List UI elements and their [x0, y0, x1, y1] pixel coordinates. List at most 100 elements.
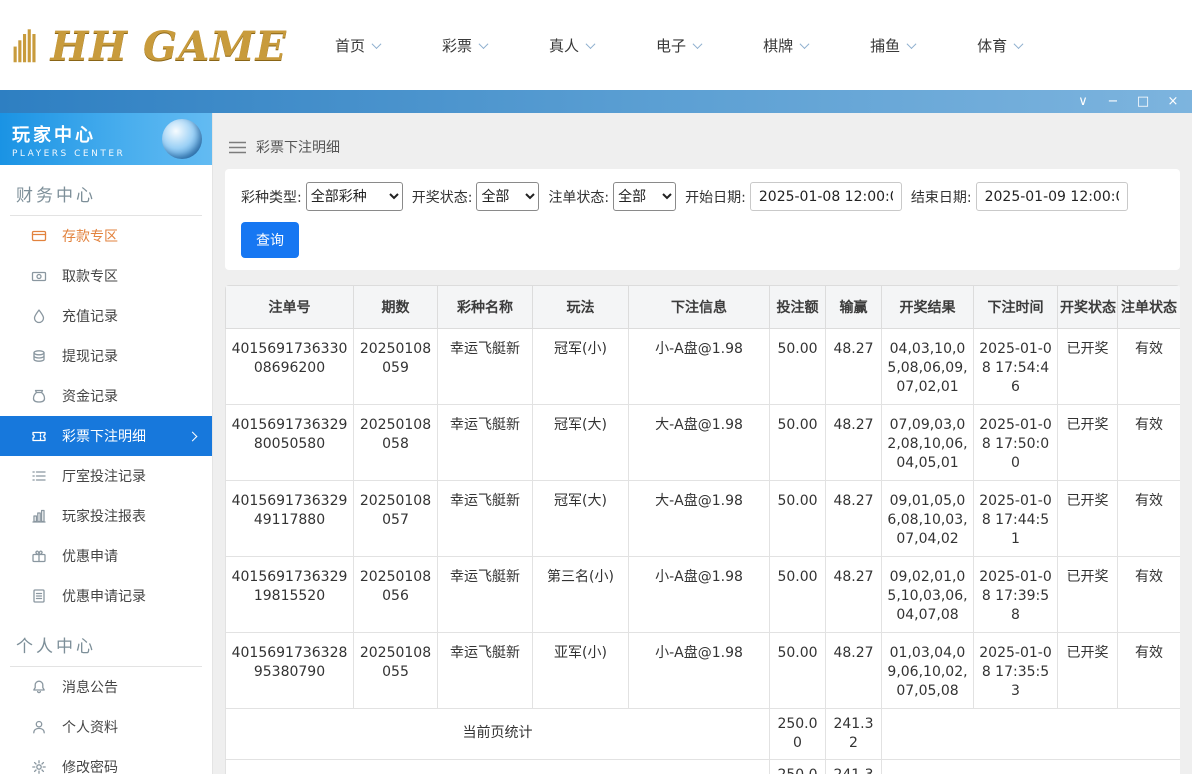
sidebar-item-player-bet-report[interactable]: 玩家投注报表 [0, 496, 212, 536]
draw-status-label: 开奖状态: [412, 187, 473, 207]
sidebar-section-title: 财务中心 [10, 165, 202, 216]
column-header: 期数 [354, 286, 438, 329]
table-cell: 小-A盘@1.98 [629, 557, 770, 633]
sidebar-item-label: 取款专区 [62, 266, 118, 286]
nav-item-fishing[interactable]: 捕鱼 [870, 35, 915, 56]
column-header: 注单号 [226, 286, 354, 329]
start-date-input[interactable] [750, 182, 902, 211]
sidebar-item-lottery-bet-details[interactable]: 彩票下注明细 [0, 416, 212, 456]
table-cell: 48.27 [826, 557, 882, 633]
logo[interactable]: HH GAME [12, 23, 287, 67]
sidebar-item-change-password[interactable]: 修改密码 [0, 747, 212, 774]
order-status-select[interactable]: 全部 [613, 182, 676, 211]
table-cell: 小-A盘@1.98 [629, 329, 770, 405]
minimize-icon[interactable]: − [1106, 95, 1120, 108]
nav-item-board-games[interactable]: 棋牌 [763, 35, 808, 56]
column-header: 下注信息 [629, 286, 770, 329]
table-row[interactable]: 40156917363300869620020250108059幸运飞艇新冠军(… [226, 329, 1181, 405]
table-cell: 有效 [1118, 481, 1181, 557]
table-cell: 冠军(小) [533, 329, 629, 405]
nav-item-lottery[interactable]: 彩票 [442, 35, 487, 56]
sidebar-item-label: 厅室投注记录 [62, 466, 146, 486]
drop-icon [30, 307, 48, 325]
summary-empty-cell [882, 759, 1181, 774]
draw-status-select[interactable]: 全部 [476, 182, 539, 211]
table-cell: 已开奖 [1058, 633, 1118, 709]
top-nav: 首页 彩票 真人 电子 棋牌 捕鱼 体育 [335, 35, 1022, 56]
body-row: 玩家中心 PLAYERS CENTER 财务中心存款专区取款专区充值记录提现记录… [0, 113, 1192, 774]
summary-bet-total: 250.00 [770, 759, 826, 774]
ticket-icon [30, 427, 48, 445]
gear-icon [30, 758, 48, 774]
chevron-down-icon [907, 39, 917, 49]
list-icon [30, 467, 48, 485]
sidebar-item-hall-bet-records[interactable]: 厅室投注记录 [0, 456, 212, 496]
table-cell: 已开奖 [1058, 481, 1118, 557]
sidebar-section: 个人中心消息公告个人资料修改密码 [0, 616, 212, 774]
end-date-label: 结束日期: [911, 187, 972, 207]
logo-bars-icon [12, 23, 47, 67]
lottery-type-select[interactable]: 全部彩种 [306, 182, 403, 211]
end-date-input[interactable] [976, 182, 1128, 211]
nav-item-home[interactable]: 首页 [335, 35, 380, 56]
collapse-icon[interactable]: ∨ [1076, 95, 1090, 108]
nav-item-label: 彩票 [442, 35, 472, 56]
sidebar-item-funds-records[interactable]: 资金记录 [0, 376, 212, 416]
chevron-down-icon [693, 39, 703, 49]
sidebar-item-label: 彩票下注明细 [62, 426, 146, 446]
filter-panel: 彩种类型: 全部彩种 开奖状态: 全部 注单状态: [225, 169, 1180, 270]
table-cell: 401569173632980050580 [226, 405, 354, 481]
table-cell: 冠军(大) [533, 481, 629, 557]
nav-item-electronic[interactable]: 电子 [656, 35, 701, 56]
menu-icon[interactable] [229, 141, 246, 154]
table-cell: 09,01,05,06,08,10,03,07,04,02 [882, 481, 974, 557]
table-cell: 20250108056 [354, 557, 438, 633]
summary-winloss-total: 241.32 [826, 759, 882, 774]
summary-row: 总统计250.00241.32 [226, 759, 1181, 774]
table-cell: 第三名(小) [533, 557, 629, 633]
sidebar-item-withdrawal-records[interactable]: 提现记录 [0, 336, 212, 376]
table-cell: 20250108059 [354, 329, 438, 405]
table-cell: 已开奖 [1058, 329, 1118, 405]
table-cell: 冠军(大) [533, 405, 629, 481]
nav-item-live-casino[interactable]: 真人 [549, 35, 594, 56]
chevron-down-icon [586, 39, 596, 49]
close-icon[interactable]: × [1166, 95, 1180, 108]
sidebar-menu: 财务中心存款专区取款专区充值记录提现记录资金记录彩票下注明细厅室投注记录玩家投注… [0, 165, 212, 774]
table-head-row: 注单号期数彩种名称玩法下注信息投注额输赢开奖结果下注时间开奖状态注单状态 [226, 286, 1181, 329]
table-cell: 有效 [1118, 633, 1181, 709]
sidebar-item-recharge-records[interactable]: 充值记录 [0, 296, 212, 336]
sidebar-item-withdraw-zone[interactable]: 取款专区 [0, 256, 212, 296]
gift-icon [30, 547, 48, 565]
table-cell: 50.00 [770, 633, 826, 709]
search-button[interactable]: 查询 [241, 222, 299, 258]
maximize-icon[interactable]: □ [1136, 95, 1150, 108]
nav-item-label: 电子 [656, 35, 686, 56]
sidebar-item-label: 优惠申请 [62, 546, 118, 566]
nav-item-label: 捕鱼 [870, 35, 900, 56]
table-row[interactable]: 40156917363289538079020250108055幸运飞艇新亚军(… [226, 633, 1181, 709]
table-cell: 有效 [1118, 329, 1181, 405]
table-cell: 50.00 [770, 481, 826, 557]
doc-icon [30, 587, 48, 605]
filter-start-date: 开始日期: [685, 182, 902, 211]
start-date-label: 开始日期: [685, 187, 746, 207]
sidebar-item-deposit-zone[interactable]: 存款专区 [0, 216, 212, 256]
chevron-down-icon [372, 39, 382, 49]
bell-icon [30, 678, 48, 696]
table-cell: 401569173632895380790 [226, 633, 354, 709]
sidebar-item-promo-apply[interactable]: 优惠申请 [0, 536, 212, 576]
lottery-type-label: 彩种类型: [241, 187, 302, 207]
table-cell: 48.27 [826, 329, 882, 405]
nav-item-sports[interactable]: 体育 [977, 35, 1022, 56]
sidebar-item-promo-apply-records[interactable]: 优惠申请记录 [0, 576, 212, 616]
sidebar-item-announcements[interactable]: 消息公告 [0, 667, 212, 707]
moneybag-icon [30, 387, 48, 405]
table-cell: 50.00 [770, 557, 826, 633]
site-header: HH GAME 首页 彩票 真人 电子 棋牌 捕鱼 体育 [0, 0, 1192, 90]
table-row[interactable]: 40156917363294911788020250108057幸运飞艇新冠军(… [226, 481, 1181, 557]
table-row[interactable]: 40156917363291981552020250108056幸运飞艇新第三名… [226, 557, 1181, 633]
table-row[interactable]: 40156917363298005058020250108058幸运飞艇新冠军(… [226, 405, 1181, 481]
sidebar-item-label: 提现记录 [62, 346, 118, 366]
sidebar-item-profile[interactable]: 个人资料 [0, 707, 212, 747]
